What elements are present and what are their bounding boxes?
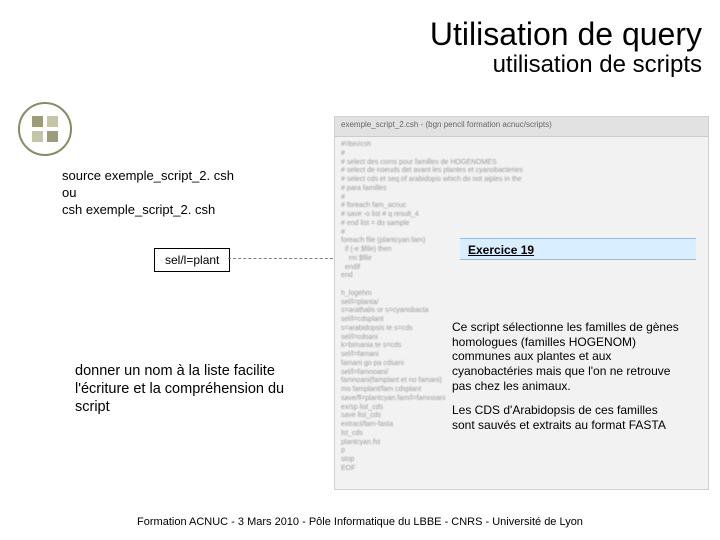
command-line-1: source exemple_script_2. csh xyxy=(62,168,234,185)
sel-label-text: sel/l=plant xyxy=(165,253,219,267)
description-block: Ce script sélectionne les familles de gè… xyxy=(452,320,682,442)
note-text: donner un nom à la liste facilite l'écri… xyxy=(75,362,305,416)
exercise-label: Exercice 19 xyxy=(468,243,534,257)
exercise-callout: Exercice 19 xyxy=(460,238,696,260)
footer-text: Formation ACNUC - 3 Mars 2010 - Pôle Inf… xyxy=(0,516,720,528)
page-title: Utilisation de query xyxy=(430,18,702,52)
sel-label-box: sel/l=plant xyxy=(154,248,230,272)
connector-line xyxy=(228,258,338,260)
description-p2: Les CDS d'Arabidopsis de ces familles so… xyxy=(452,403,682,432)
title-block: Utilisation de query utilisation de scri… xyxy=(430,18,702,78)
command-line-2: ou xyxy=(62,185,234,202)
logo-icon xyxy=(18,102,72,161)
page-subtitle: utilisation de scripts xyxy=(430,52,702,78)
command-line-3: csh exemple_script_2. csh xyxy=(62,202,234,219)
command-block: source exemple_script_2. csh ou csh exem… xyxy=(62,168,234,219)
description-p1: Ce script sélectionne les familles de gè… xyxy=(452,320,682,393)
editor-titlebar: exemple_script_2.csh - (bgn pencil forma… xyxy=(335,117,708,137)
